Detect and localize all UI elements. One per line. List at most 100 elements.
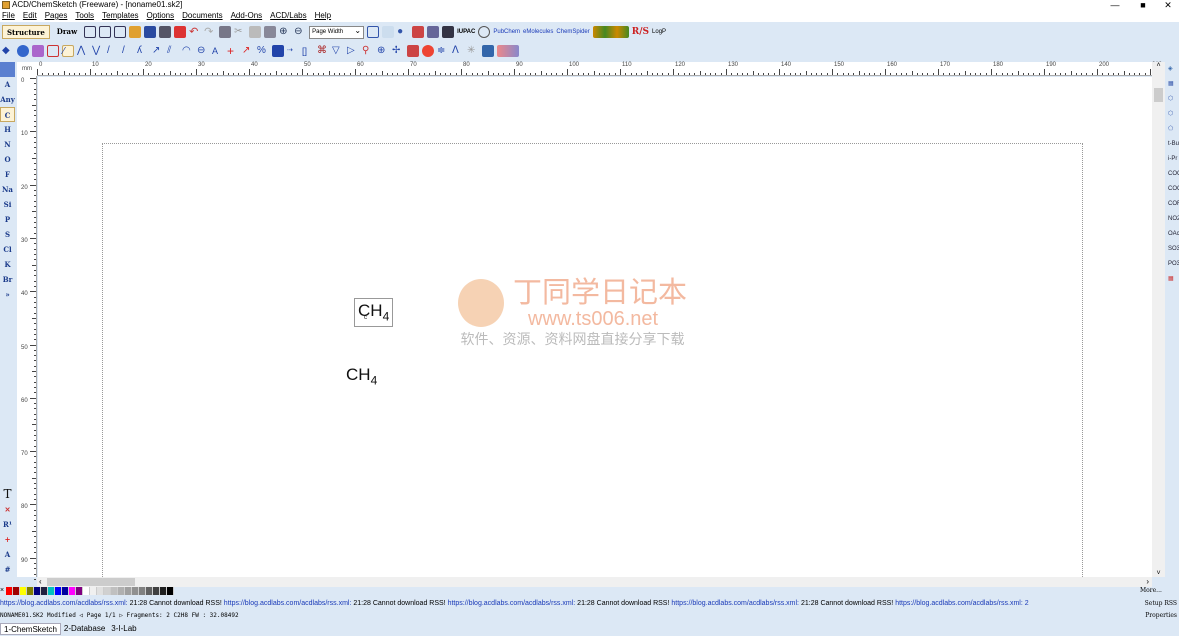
zoom-in-icon[interactable]: ⊕ xyxy=(279,26,291,38)
eraser-icon[interactable] xyxy=(32,45,44,57)
scroll-thumb[interactable] xyxy=(47,578,135,586)
search-icon[interactable] xyxy=(442,26,455,38)
copy-icon[interactable] xyxy=(249,26,262,38)
periodic-table-icon[interactable] xyxy=(0,62,15,77)
equals-icon[interactable]: ≑ xyxy=(437,45,449,57)
color-swatch[interactable] xyxy=(27,587,34,595)
group-oac[interactable]: OAc xyxy=(1165,227,1179,242)
color-swatch[interactable] xyxy=(76,587,83,595)
color-swatch[interactable] xyxy=(83,587,90,595)
stereo-icon[interactable]: ⚲ xyxy=(362,45,374,57)
color-swatch[interactable] xyxy=(146,587,153,595)
element-p[interactable]: P xyxy=(0,212,15,227)
group-t-bu[interactable]: t-Bu xyxy=(1165,137,1179,152)
group-cooh[interactable]: COOH xyxy=(1165,167,1179,182)
color-swatch[interactable] xyxy=(125,587,132,595)
property-icon[interactable] xyxy=(482,45,494,57)
clear-icon[interactable] xyxy=(219,26,232,38)
show-page-icon[interactable] xyxy=(367,26,380,38)
element-s[interactable]: S xyxy=(0,227,15,242)
group-cof[interactable]: COF xyxy=(1165,197,1179,212)
remove-tool-icon[interactable]: ✕ xyxy=(0,502,15,517)
menu-pages[interactable]: Pages xyxy=(45,10,68,22)
emolecules-button[interactable]: eMolecules xyxy=(523,29,553,35)
element-si[interactable]: Si xyxy=(0,197,15,212)
group-icon[interactable] xyxy=(407,45,419,57)
tab-chemsketch[interactable]: 1-ChemSketch xyxy=(0,623,61,635)
color-swatch[interactable] xyxy=(48,587,55,595)
select-icon[interactable]: ◆ xyxy=(2,45,14,57)
3d-view-icon[interactable]: ● xyxy=(397,26,409,38)
drawing-canvas[interactable]: CH4 c CH4 丁同学日记本 www.ts006.net 软件、资源、资料网… xyxy=(38,77,1152,577)
wifi-icon[interactable]: ◠ xyxy=(182,45,194,57)
tab-i-lab[interactable]: 3-I-Lab xyxy=(108,623,139,635)
menu-options[interactable]: Options xyxy=(147,10,175,22)
color-swatch[interactable] xyxy=(69,587,76,595)
properties-button[interactable]: Properties xyxy=(1140,610,1179,621)
color-swatch[interactable] xyxy=(97,587,104,595)
color-swatch[interactable] xyxy=(41,587,48,595)
element-any[interactable]: Any xyxy=(0,92,15,107)
benzene-icon[interactable]: ⬡ xyxy=(1165,92,1179,107)
charge-tool[interactable]: + xyxy=(0,532,15,547)
element-o[interactable]: O xyxy=(0,152,15,167)
element-k[interactable]: K xyxy=(0,257,15,272)
selected-molecule-ch4[interactable]: CH4 c xyxy=(354,298,393,327)
zoom-out-icon[interactable]: ⊖ xyxy=(294,26,306,38)
structure-mode-button[interactable]: Structure xyxy=(2,25,50,39)
hash-bond-icon[interactable]: / xyxy=(122,45,134,57)
menu-add-ons[interactable]: Add-Ons xyxy=(231,10,263,22)
group-coo[interactable]: COO xyxy=(1165,182,1179,197)
element-n[interactable]: N xyxy=(0,137,15,152)
tools-icons[interactable] xyxy=(592,26,629,38)
color-swatch[interactable] xyxy=(139,587,146,595)
color-swatch[interactable] xyxy=(13,587,20,595)
cut-icon[interactable]: ✂ xyxy=(234,26,246,38)
rss-link[interactable]: https://blog.acdlabs.com/acdlabs/rss.xml… xyxy=(0,600,128,607)
molecule-icon[interactable]: ⴷ xyxy=(452,45,464,57)
logp-button[interactable]: LogP xyxy=(652,29,666,35)
more-elements-icon[interactable]: » xyxy=(0,287,15,302)
3d-optimize-icon[interactable] xyxy=(422,45,434,57)
link-icon[interactable]: ⇢ xyxy=(287,45,299,57)
color-swatch[interactable] xyxy=(167,587,174,595)
group-i-pr[interactable]: i-Pr xyxy=(1165,152,1179,167)
percent-icon[interactable]: % xyxy=(257,45,269,57)
flip-h-icon[interactable]: ▷ xyxy=(347,45,359,57)
color-swatch[interactable] xyxy=(6,587,13,595)
close-button[interactable]: ✕ xyxy=(1155,0,1179,10)
double-bond-icon[interactable]: ⫽ xyxy=(167,45,179,57)
menu-acdlabs[interactable]: ACD/Labs xyxy=(270,10,306,22)
scroll-thumb[interactable] xyxy=(1154,88,1163,102)
element-br[interactable]: Br xyxy=(0,272,15,287)
chemspider-button[interactable]: ChemSpider xyxy=(556,29,589,35)
clean-icon[interactable]: ⌘ xyxy=(317,45,329,57)
menu-file[interactable]: File xyxy=(2,10,15,22)
new-document-icon[interactable] xyxy=(114,26,127,38)
bracket-icon[interactable]: [] xyxy=(302,45,314,57)
print-icon[interactable] xyxy=(159,26,172,38)
rotate-icon[interactable] xyxy=(17,45,29,57)
menu-tools[interactable]: Tools xyxy=(75,10,94,22)
color-swatch[interactable] xyxy=(55,587,62,595)
template-window-icon[interactable]: ▦ xyxy=(1165,272,1179,287)
maximize-button[interactable]: ■ xyxy=(1130,0,1156,10)
color-swatch[interactable] xyxy=(160,587,167,595)
color-swatch[interactable] xyxy=(132,587,139,595)
table-icon[interactable] xyxy=(427,26,440,38)
horizontal-scrollbar[interactable]: ‹ › xyxy=(37,577,1152,587)
plus-icon[interactable]: + xyxy=(227,45,239,57)
flip-v-icon[interactable]: ▽ xyxy=(332,45,344,57)
rss-link[interactable]: https://blog.acdlabs.com/acdlabs/rss.xml… xyxy=(895,600,1028,607)
numbering-tool[interactable]: # xyxy=(0,562,15,577)
group-no2[interactable]: NO2 xyxy=(1165,212,1179,227)
draw-mode-button[interactable]: Draw xyxy=(53,25,81,39)
more-button[interactable]: More... xyxy=(1140,587,1162,595)
lasso-icon[interactable] xyxy=(47,45,59,57)
scroll-right-icon[interactable]: › xyxy=(1146,577,1149,586)
save-icon[interactable] xyxy=(144,26,157,38)
chain-icon[interactable]: ⋀ xyxy=(77,45,89,57)
scroll-left-icon[interactable]: ‹ xyxy=(39,577,42,586)
scroll-down-icon[interactable]: ˅ xyxy=(1152,570,1165,577)
cyclopentane-icon[interactable]: ⬠ xyxy=(1165,122,1179,137)
